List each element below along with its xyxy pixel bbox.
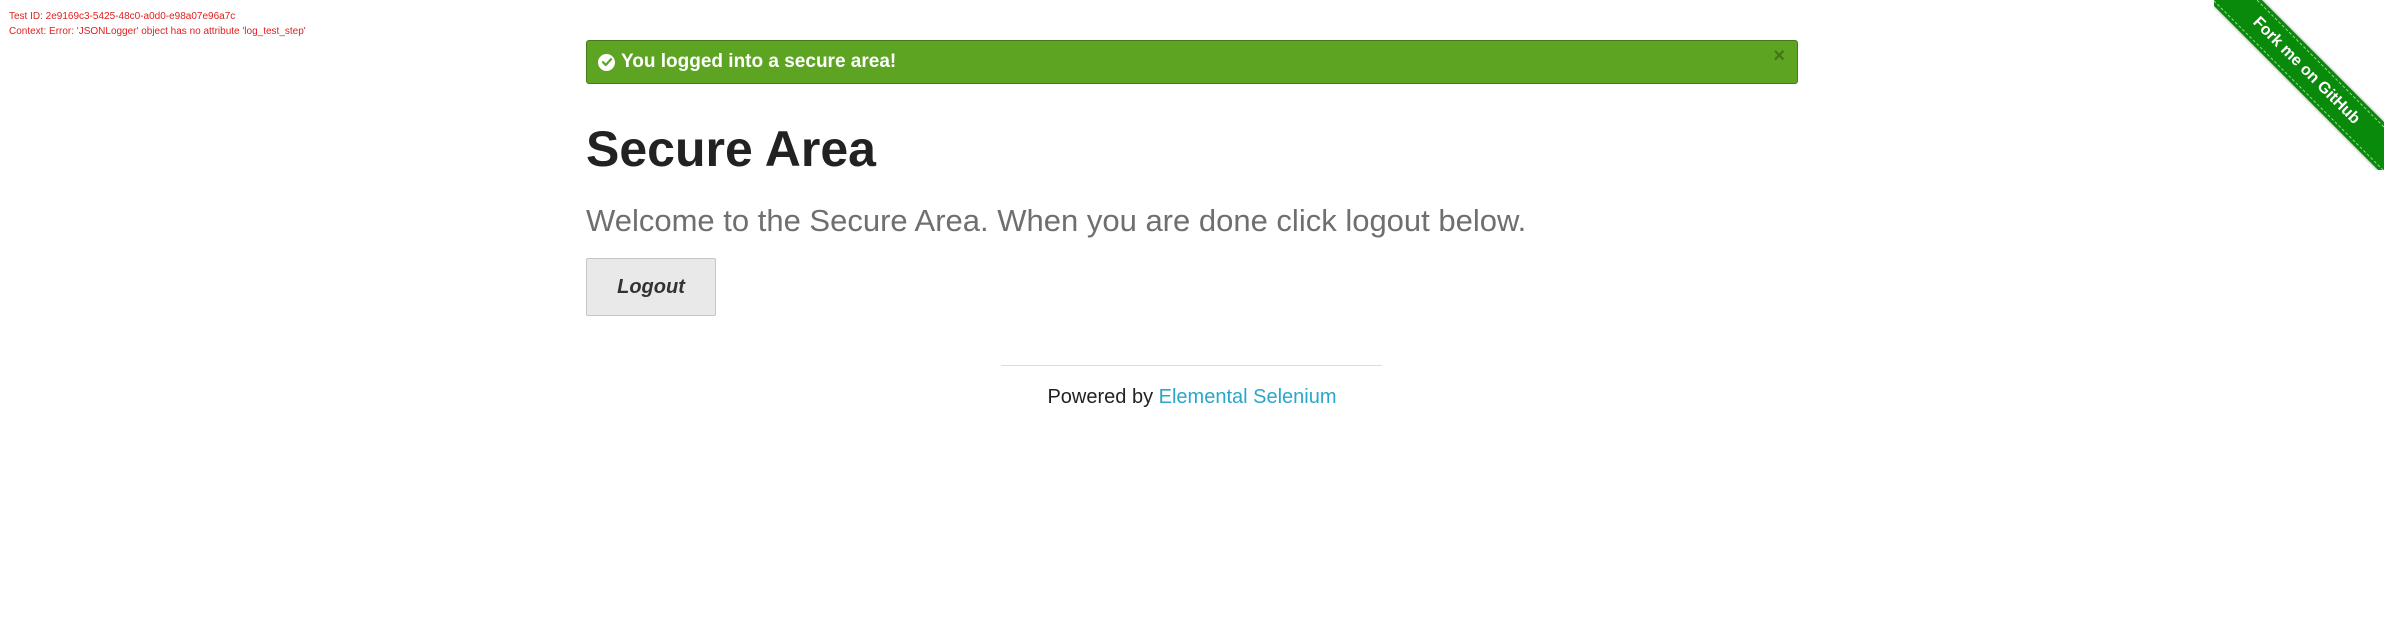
logout-button[interactable]: Logout — [586, 258, 716, 316]
footer-divider — [1001, 365, 1382, 366]
page-title: Secure Area — [586, 121, 876, 177]
page-subtitle: Welcome to the Secure Area. When you are… — [586, 203, 1527, 238]
logout-button-label: Logout — [617, 275, 685, 298]
test-id-text: Test ID: 2e9169c3-5425-48c0-a0d0-e98a07e… — [9, 11, 236, 22]
debug-info: Test ID: 2e9169c3-5425-48c0-a0d0-e98a07e… — [9, 9, 306, 39]
github-ribbon[interactable]: Fork me on GitHub — [2214, 0, 2384, 170]
main-content: You logged into a secure area! × Secure … — [586, 40, 1798, 316]
footer: Powered by Elemental Selenium — [0, 386, 2384, 409]
footer-prefix: Powered by — [1047, 386, 1159, 408]
flash-text: You logged into a secure area! — [621, 51, 897, 72]
close-icon[interactable]: × — [1773, 46, 1785, 66]
elemental-selenium-link[interactable]: Elemental Selenium — [1159, 386, 1337, 408]
flash-message: You logged into a secure area! × — [586, 40, 1798, 84]
check-circle-icon — [598, 53, 615, 71]
context-error-text: Context: Error: 'JSONLogger' object has … — [9, 26, 306, 37]
github-ribbon-label[interactable]: Fork me on GitHub — [2214, 0, 2384, 170]
github-ribbon-band[interactable]: Fork me on GitHub — [2214, 0, 2384, 170]
